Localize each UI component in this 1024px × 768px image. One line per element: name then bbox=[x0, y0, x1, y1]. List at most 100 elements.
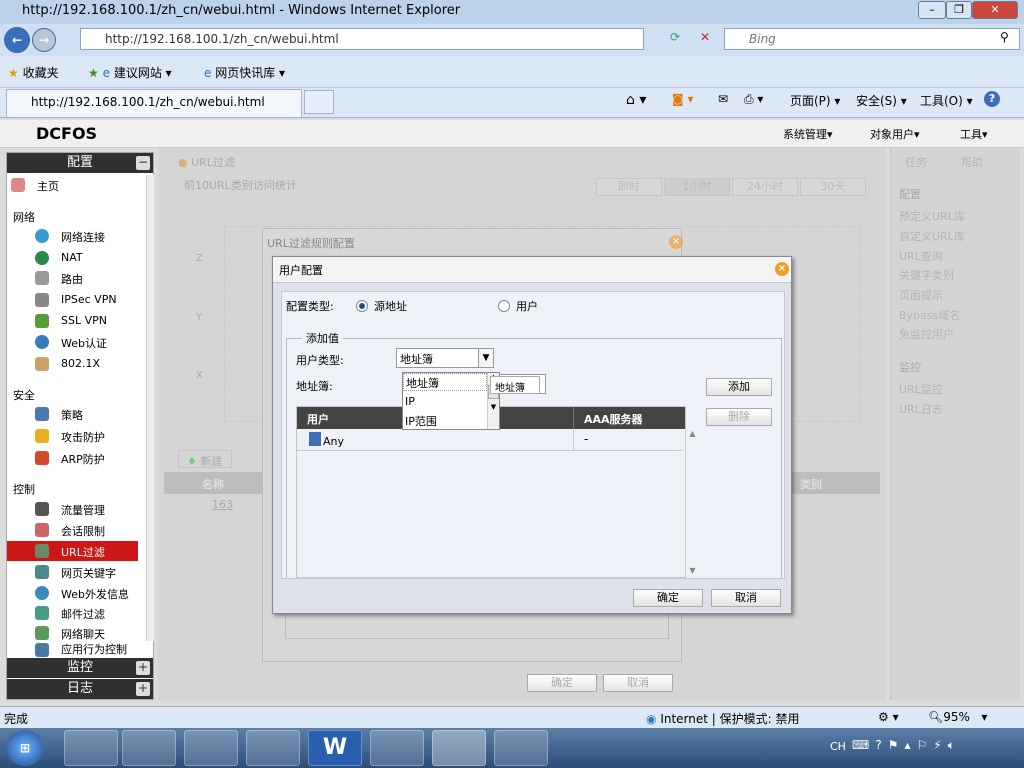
task-link[interactable]: Bypass域名 bbox=[899, 307, 960, 323]
collapse-icon[interactable]: − bbox=[136, 156, 150, 170]
sidebar-item[interactable]: 邮件过滤 bbox=[7, 603, 138, 623]
taskbar-doc-icon[interactable] bbox=[494, 730, 548, 766]
sidebar-item[interactable]: 会话限制 bbox=[7, 520, 138, 540]
option-ip-range[interactable]: IP范围 bbox=[405, 413, 437, 429]
page-menu[interactable]: 页面(P) ▾ bbox=[790, 92, 840, 109]
close-icon[interactable]: × bbox=[669, 235, 683, 249]
sidebar-item[interactable]: 网络连接 bbox=[7, 226, 138, 246]
taskbar-ie-active-icon[interactable] bbox=[432, 730, 486, 766]
task-link[interactable]: 预定义URL库 bbox=[899, 208, 965, 224]
config-header[interactable]: 配置 − bbox=[7, 153, 153, 173]
sidebar-item[interactable]: 攻击防护 bbox=[7, 426, 138, 446]
task-link[interactable]: 页面提示 bbox=[899, 287, 943, 303]
cancel-button[interactable]: 取消 bbox=[711, 589, 781, 607]
search-input[interactable]: Bing bbox=[724, 28, 1020, 50]
help-icon[interactable]: ? bbox=[984, 91, 1000, 107]
sidebar-item[interactable]: 策略 bbox=[7, 404, 138, 424]
refresh-icon[interactable]: ⟳ bbox=[670, 30, 680, 44]
range-now[interactable]: 即时 bbox=[596, 178, 662, 196]
row-name-link[interactable]: 163 bbox=[212, 498, 233, 511]
new-button[interactable]: ♦ 新建 bbox=[178, 450, 232, 468]
cancel-button[interactable]: 取消 bbox=[603, 674, 673, 692]
favorites-button[interactable]: ★ 收藏夹 bbox=[8, 64, 59, 81]
feeds-icon[interactable]: ◙ ▾ bbox=[672, 92, 693, 106]
expand-icon[interactable]: + bbox=[136, 682, 150, 696]
range-30d[interactable]: 30天 bbox=[800, 178, 866, 196]
tools-menu[interactable]: 工具(O) ▾ bbox=[920, 92, 973, 109]
sidebar-item[interactable]: IPSec VPN bbox=[7, 290, 138, 310]
home-icon[interactable]: ⌂ ▾ bbox=[626, 92, 646, 108]
expand-icon[interactable]: + bbox=[136, 661, 150, 675]
taskbar-ie-icon[interactable] bbox=[64, 730, 118, 766]
task-link[interactable]: URL监控 bbox=[899, 381, 943, 397]
print-icon[interactable]: ⎙ ▾ bbox=[744, 92, 763, 107]
task-link[interactable]: URL查询 bbox=[899, 248, 943, 264]
menu-objects[interactable]: 对象用户▾ bbox=[870, 126, 920, 142]
sidebar-item[interactable]: 路由 bbox=[7, 268, 138, 288]
user-type-select[interactable]: 地址簿 bbox=[396, 348, 480, 368]
sidebar-item[interactable]: NAT bbox=[7, 248, 138, 268]
range-1h[interactable]: 1小时 bbox=[664, 178, 730, 196]
sidebar-item-home[interactable]: 主页 bbox=[7, 175, 138, 195]
sidebar-item[interactable]: 应用行为控制 bbox=[7, 642, 138, 658]
close-icon[interactable]: × bbox=[775, 262, 789, 276]
range-24h[interactable]: 24小时 bbox=[732, 178, 798, 196]
sidebar-item[interactable]: 流量管理 bbox=[7, 499, 138, 519]
log-header[interactable]: 日志 + bbox=[7, 679, 153, 699]
ok-button[interactable]: 确定 bbox=[633, 589, 703, 607]
maximize-button[interactable]: ❐ bbox=[946, 1, 972, 19]
sidebar-item[interactable]: 网络聊天 bbox=[7, 623, 138, 643]
task-link[interactable]: 关键字类别 bbox=[899, 267, 954, 283]
url-input[interactable]: http://192.168.100.1/zh_cn/webui.html bbox=[80, 28, 644, 50]
forward-button[interactable]: → bbox=[32, 28, 56, 52]
task-link[interactable]: 自定义URL库 bbox=[899, 228, 965, 244]
language-indicator[interactable]: CH bbox=[830, 740, 846, 753]
table-row[interactable]: Any - bbox=[297, 429, 683, 451]
new-tab-button[interactable] bbox=[304, 90, 334, 114]
safety-menu[interactable]: 安全(S) ▾ bbox=[856, 92, 907, 109]
suggested-sites[interactable]: ★ e 建议网站 ▾ bbox=[88, 64, 172, 81]
radio-user[interactable] bbox=[498, 300, 510, 312]
task-link[interactable]: URL日志 bbox=[899, 401, 943, 417]
sidebar-item[interactable]: Web认证 bbox=[7, 332, 138, 352]
search-icon[interactable]: ⚲ bbox=[1000, 30, 1009, 44]
option-ip[interactable]: IP bbox=[405, 395, 415, 408]
security-icon[interactable]: ⚙ ▾ bbox=[878, 710, 899, 724]
zoom-control[interactable]: 🔍︎95% ▾ bbox=[928, 710, 987, 724]
sidebar-item[interactable]: ARP防护 bbox=[7, 448, 138, 468]
webslice-gallery[interactable]: e 网页快讯库 ▾ bbox=[204, 64, 285, 81]
sidebar-item[interactable]: SSL VPN bbox=[7, 311, 138, 331]
sidebar-item[interactable]: 802.1X bbox=[7, 354, 138, 374]
start-button[interactable]: ⊞ bbox=[6, 730, 44, 766]
back-button[interactable]: ← bbox=[4, 27, 30, 53]
ok-button[interactable]: 确定 bbox=[527, 674, 597, 692]
tray-icons[interactable]: ⌨?⚑▴⚐⚡🔈︎ bbox=[852, 738, 961, 753]
sidebar-item[interactable]: 网页关键字 bbox=[7, 562, 138, 582]
zone-info[interactable]: ◉ Internet | 保护模式: 禁用 bbox=[646, 710, 800, 727]
table-scrollbar[interactable]: ▲ ▼ bbox=[685, 429, 699, 577]
monitor-header[interactable]: 监控 + bbox=[7, 658, 153, 678]
taskbar-media-icon[interactable] bbox=[184, 730, 238, 766]
tab-tasks[interactable]: 任务 bbox=[905, 154, 927, 170]
sidebar-scrollbar[interactable] bbox=[146, 175, 154, 641]
menu-system[interactable]: 系统管理▾ bbox=[783, 126, 833, 142]
tab-help[interactable]: 帮助 bbox=[961, 154, 983, 170]
browser-tab[interactable]: http://192.168.100.1/zh_cn/webui.html bbox=[6, 89, 302, 117]
option-addrbook[interactable]: 地址簿 bbox=[403, 373, 487, 391]
task-link[interactable]: 免监控用户 bbox=[899, 326, 954, 342]
taskbar-app-icon[interactable] bbox=[246, 730, 300, 766]
menu-tools[interactable]: 工具▾ bbox=[960, 126, 988, 142]
close-button[interactable]: ✕ bbox=[972, 1, 1018, 19]
taskbar-explorer-icon[interactable] bbox=[122, 730, 176, 766]
chevron-down-icon[interactable]: ▼ bbox=[478, 348, 494, 368]
taskbar-remote-icon[interactable] bbox=[370, 730, 424, 766]
sidebar-item[interactable]: Web外发信息 bbox=[7, 583, 138, 603]
add-button[interactable]: 添加 bbox=[706, 378, 772, 396]
taskbar-word-icon[interactable]: W bbox=[308, 730, 362, 766]
stop-icon[interactable]: ✕ bbox=[700, 30, 710, 44]
minimize-button[interactable]: – bbox=[918, 1, 946, 19]
delete-button[interactable]: 删除 bbox=[706, 408, 772, 426]
radio-source[interactable] bbox=[356, 300, 368, 312]
mail-icon[interactable]: ✉ bbox=[718, 92, 728, 106]
sidebar-item-url-filter[interactable]: URL过滤 bbox=[7, 541, 138, 561]
